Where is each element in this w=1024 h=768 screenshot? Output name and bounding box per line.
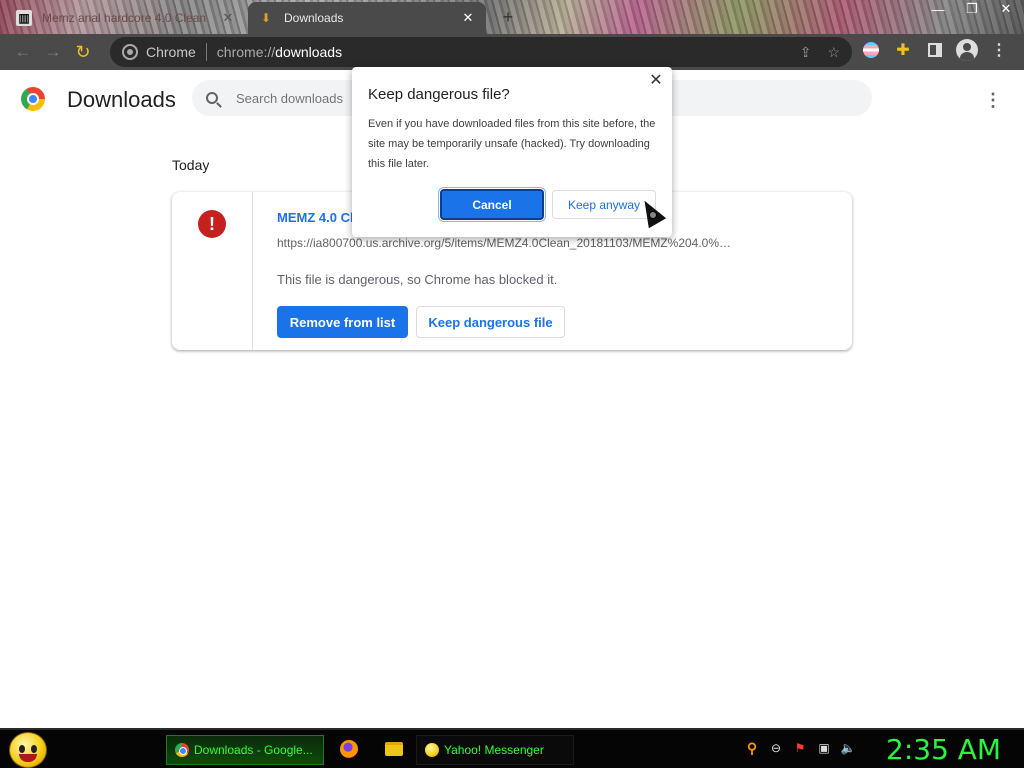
forward-button[interactable]: → — [38, 37, 68, 67]
remove-from-list-button[interactable]: Remove from list — [277, 306, 408, 338]
chrome-icon — [175, 743, 189, 757]
site-chip: Chrome — [146, 44, 196, 60]
tab-title: Memz anal hardcore 4.0 Clean — [42, 11, 207, 25]
close-window-icon[interactable]: ✕ — [996, 1, 1016, 16]
share-icon[interactable]: ⇪ — [800, 44, 812, 61]
bookmark-star-icon[interactable]: ☆ — [827, 44, 840, 61]
file-url-link[interactable]: https://ia800700.us.archive.org/5/items/… — [277, 236, 777, 250]
close-icon[interactable]: ✕ — [220, 10, 236, 26]
search-icon — [206, 92, 218, 104]
keep-dangerous-dialog: Keep dangerous file? ✕ Even if you have … — [352, 67, 672, 237]
tab-memz[interactable]: ▥ Memz anal hardcore 4.0 Clean ✕ — [6, 2, 246, 34]
system-tray: ⚲ ⊖ ⚑ ▣ 🔈 — [744, 740, 856, 756]
omnibox-actions: ⇪ ☆ — [800, 44, 840, 61]
window-controls: — ❐ ✕ — [928, 1, 1016, 17]
more-actions-icon[interactable]: ⋮ — [984, 90, 1002, 110]
close-icon[interactable]: ✕ — [460, 10, 476, 26]
cancel-button[interactable]: Cancel — [438, 187, 546, 222]
dialog-title: Keep dangerous file? — [368, 86, 510, 103]
extensions-area: ✚ ⋮ — [860, 39, 1010, 61]
tab-strip: ▥ Memz anal hardcore 4.0 Clean ✕ ⬇ Downl… — [0, 0, 1024, 34]
download-status: This file is dangerous, so Chrome has bl… — [277, 272, 558, 287]
url-scheme: chrome:// — [216, 44, 276, 60]
chrome-site-icon — [122, 44, 138, 60]
network-icon[interactable]: ▣ — [816, 740, 832, 756]
profile-avatar-icon[interactable] — [956, 39, 978, 61]
download-icon: ⬇ — [260, 11, 272, 25]
taskbar: Downloads - Google... Yahoo! Messenger ⚲… — [0, 728, 1024, 768]
cursor-busy-icon — [649, 211, 657, 219]
archive-icon: ▥ — [16, 10, 32, 26]
taskbar-item-label: Downloads - Google... — [194, 743, 313, 757]
folder-icon[interactable] — [385, 742, 403, 756]
chrome-logo-icon — [21, 87, 45, 111]
page-title: Downloads — [67, 87, 176, 112]
taskbar-item-chrome[interactable]: Downloads - Google... — [166, 735, 324, 765]
taskbar-item-yahoo[interactable]: Yahoo! Messenger — [416, 735, 574, 765]
tab-downloads[interactable]: ⬇ Downloads ✕ — [248, 2, 486, 34]
tab-title: Downloads — [284, 11, 344, 25]
file-name-link[interactable]: MEMZ 4.0 Cl — [277, 210, 354, 225]
search-icon[interactable]: ⚲ — [744, 740, 760, 756]
clock[interactable]: 2:35 AM — [886, 733, 1001, 766]
date-group-label: Today — [172, 157, 210, 173]
card-divider — [252, 192, 253, 350]
back-button[interactable]: ← — [8, 37, 38, 67]
browser-toolbar: ← → ↻ Chrome chrome://downloads ⇪ ☆ ✚ ⋮ — [0, 34, 1024, 70]
minimize-icon[interactable]: — — [928, 2, 948, 17]
omnibox[interactable]: Chrome chrome://downloads ⇪ ☆ — [110, 37, 852, 67]
new-tab-button[interactable]: + — [498, 8, 518, 28]
restore-icon[interactable]: ❐ — [962, 1, 982, 16]
taskbar-item-label: Yahoo! Messenger — [444, 743, 544, 757]
omnibox-separator — [205, 43, 207, 61]
dialog-message: Even if you have downloaded files from t… — [368, 118, 656, 170]
reload-button[interactable]: ↻ — [68, 37, 98, 67]
volume-icon[interactable]: 🔈 — [840, 740, 856, 756]
firefox-icon[interactable] — [340, 740, 358, 758]
keep-dangerous-file-button[interactable]: Keep dangerous file — [416, 306, 565, 338]
danger-icon: ! — [198, 210, 226, 238]
close-icon[interactable]: ✕ — [648, 73, 664, 89]
yahoo-messenger-icon — [425, 743, 439, 757]
url-host: downloads — [275, 44, 343, 60]
browser-menu-icon[interactable]: ⋮ — [988, 39, 1010, 61]
action-center-flag-icon[interactable]: ⚑ — [792, 740, 808, 756]
search-input[interactable] — [236, 90, 356, 106]
status-icon[interactable]: ⊖ — [768, 740, 784, 756]
start-button-smiley-icon[interactable] — [9, 732, 47, 768]
extension-flag-icon[interactable] — [860, 39, 882, 61]
extensions-puzzle-icon[interactable]: ✚ — [892, 39, 914, 61]
side-panel-icon[interactable] — [924, 39, 946, 61]
